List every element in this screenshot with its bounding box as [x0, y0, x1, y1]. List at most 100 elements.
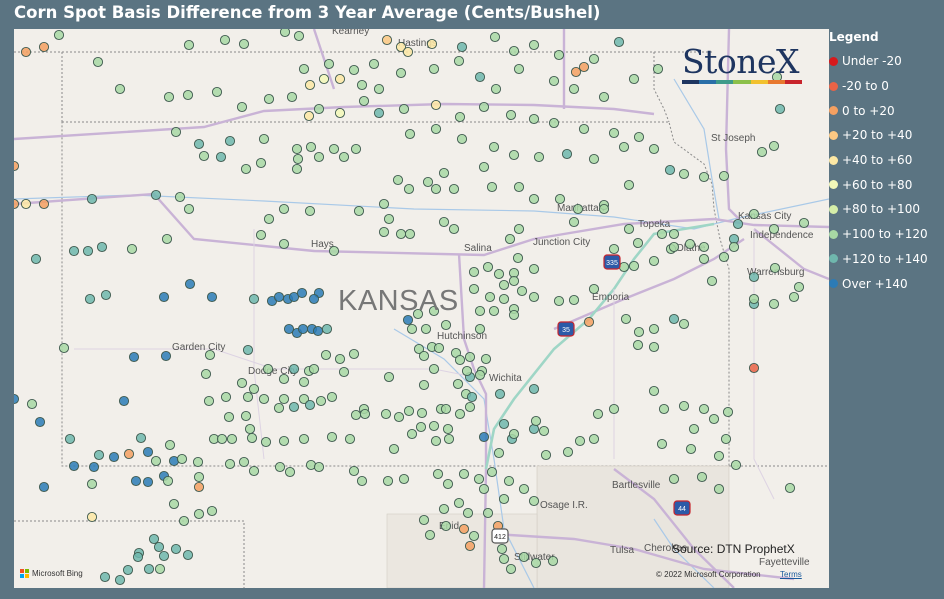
- elevator-dot[interactable]: [142, 476, 154, 488]
- elevator-dot[interactable]: [438, 167, 450, 179]
- elevator-dot[interactable]: [430, 183, 442, 195]
- elevator-dot[interactable]: [422, 176, 434, 188]
- elevator-dot[interactable]: [273, 402, 285, 414]
- elevator-dot[interactable]: [393, 411, 405, 423]
- elevator-dot[interactable]: [150, 455, 162, 467]
- elevator-dot[interactable]: [474, 323, 486, 335]
- elevator-dot[interactable]: [648, 323, 660, 335]
- elevator-dot[interactable]: [454, 111, 466, 123]
- elevator-dot[interactable]: [240, 410, 252, 422]
- elevator-dot[interactable]: [678, 318, 690, 330]
- elevator-dot[interactable]: [198, 150, 210, 162]
- elevator-dot[interactable]: [158, 291, 170, 303]
- elevator-dot[interactable]: [668, 473, 680, 485]
- elevator-dot[interactable]: [99, 571, 111, 583]
- elevator-dot[interactable]: [242, 391, 254, 403]
- elevator-dot[interactable]: [262, 363, 274, 375]
- elevator-dot[interactable]: [193, 508, 205, 520]
- elevator-dot[interactable]: [88, 461, 100, 473]
- elevator-dot[interactable]: [613, 36, 625, 48]
- elevator-dot[interactable]: [313, 151, 325, 163]
- elevator-dot[interactable]: [416, 407, 428, 419]
- elevator-dot[interactable]: [583, 316, 595, 328]
- elevator-dot[interactable]: [478, 431, 490, 443]
- elevator-dot[interactable]: [598, 203, 610, 215]
- elevator-dot[interactable]: [748, 208, 760, 220]
- elevator-dot[interactable]: [618, 141, 630, 153]
- elevator-dot[interactable]: [162, 475, 174, 487]
- elevator-dot[interactable]: [92, 56, 104, 68]
- elevator-dot[interactable]: [518, 483, 530, 495]
- elevator-dot[interactable]: [395, 228, 407, 240]
- elevator-dot[interactable]: [513, 181, 525, 193]
- elevator-dot[interactable]: [406, 323, 418, 335]
- elevator-dot[interactable]: [633, 131, 645, 143]
- elevator-dot[interactable]: [415, 421, 427, 433]
- legend-item[interactable]: +120 to +140: [829, 247, 944, 272]
- elevator-dot[interactable]: [588, 53, 600, 65]
- elevator-dot[interactable]: [528, 263, 540, 275]
- elevator-dot[interactable]: [684, 238, 696, 250]
- elevator-dot[interactable]: [648, 255, 660, 267]
- elevator-dot[interactable]: [424, 529, 436, 541]
- elevator-dot[interactable]: [588, 433, 600, 445]
- elevator-dot[interactable]: [503, 475, 515, 487]
- elevator-dot[interactable]: [135, 432, 147, 444]
- elevator-dot[interactable]: [174, 191, 186, 203]
- elevator-dot[interactable]: [648, 341, 660, 353]
- elevator-dot[interactable]: [184, 278, 196, 290]
- elevator-dot[interactable]: [561, 148, 573, 160]
- elevator-dot[interactable]: [383, 371, 395, 383]
- elevator-dot[interactable]: [68, 460, 80, 472]
- elevator-dot[interactable]: [255, 157, 267, 169]
- elevator-dot[interactable]: [456, 133, 468, 145]
- elevator-dot[interactable]: [574, 435, 586, 447]
- elevator-dot[interactable]: [226, 433, 238, 445]
- elevator-dot[interactable]: [108, 451, 120, 463]
- elevator-dot[interactable]: [426, 38, 438, 50]
- elevator-dot[interactable]: [432, 468, 444, 480]
- elevator-dot[interactable]: [464, 540, 476, 552]
- elevator-dot[interactable]: [628, 73, 640, 85]
- elevator-dot[interactable]: [378, 226, 390, 238]
- elevator-dot[interactable]: [718, 251, 730, 263]
- elevator-dot[interactable]: [578, 123, 590, 135]
- elevator-dot[interactable]: [100, 289, 112, 301]
- elevator-dot[interactable]: [326, 391, 338, 403]
- elevator-dot[interactable]: [380, 408, 392, 420]
- elevator-dot[interactable]: [38, 481, 50, 493]
- elevator-dot[interactable]: [313, 461, 325, 473]
- elevator-dot[interactable]: [338, 151, 350, 163]
- elevator-dot[interactable]: [326, 431, 338, 443]
- elevator-dot[interactable]: [468, 530, 480, 542]
- elevator-dot[interactable]: [494, 388, 506, 400]
- elevator-dot[interactable]: [183, 39, 195, 51]
- elevator-dot[interactable]: [383, 213, 395, 225]
- elevator-dot[interactable]: [658, 403, 670, 415]
- elevator-dot[interactable]: [698, 241, 710, 253]
- elevator-dot[interactable]: [488, 141, 500, 153]
- elevator-dot[interactable]: [440, 520, 452, 532]
- legend-item[interactable]: +60 to +80: [829, 172, 944, 197]
- elevator-dot[interactable]: [305, 141, 317, 153]
- elevator-dot[interactable]: [278, 393, 290, 405]
- elevator-dot[interactable]: [291, 143, 303, 155]
- elevator-dot[interactable]: [598, 91, 610, 103]
- elevator-dot[interactable]: [508, 275, 520, 287]
- elevator-dot[interactable]: [474, 305, 486, 317]
- elevator-dot[interactable]: [656, 438, 668, 450]
- elevator-dot[interactable]: [258, 133, 270, 145]
- elevator-dot[interactable]: [292, 153, 304, 165]
- elevator-dot[interactable]: [678, 168, 690, 180]
- elevator-dot[interactable]: [533, 151, 545, 163]
- elevator-dot[interactable]: [334, 107, 346, 119]
- elevator-dot[interactable]: [178, 515, 190, 527]
- elevator-dot[interactable]: [308, 293, 320, 305]
- elevator-dot[interactable]: [548, 75, 560, 87]
- elevator-dot[interactable]: [448, 183, 460, 195]
- elevator-dot[interactable]: [20, 46, 32, 58]
- elevator-dot[interactable]: [318, 73, 330, 85]
- elevator-dot[interactable]: [298, 376, 310, 388]
- elevator-dot[interactable]: [328, 245, 340, 257]
- elevator-dot[interactable]: [219, 34, 231, 46]
